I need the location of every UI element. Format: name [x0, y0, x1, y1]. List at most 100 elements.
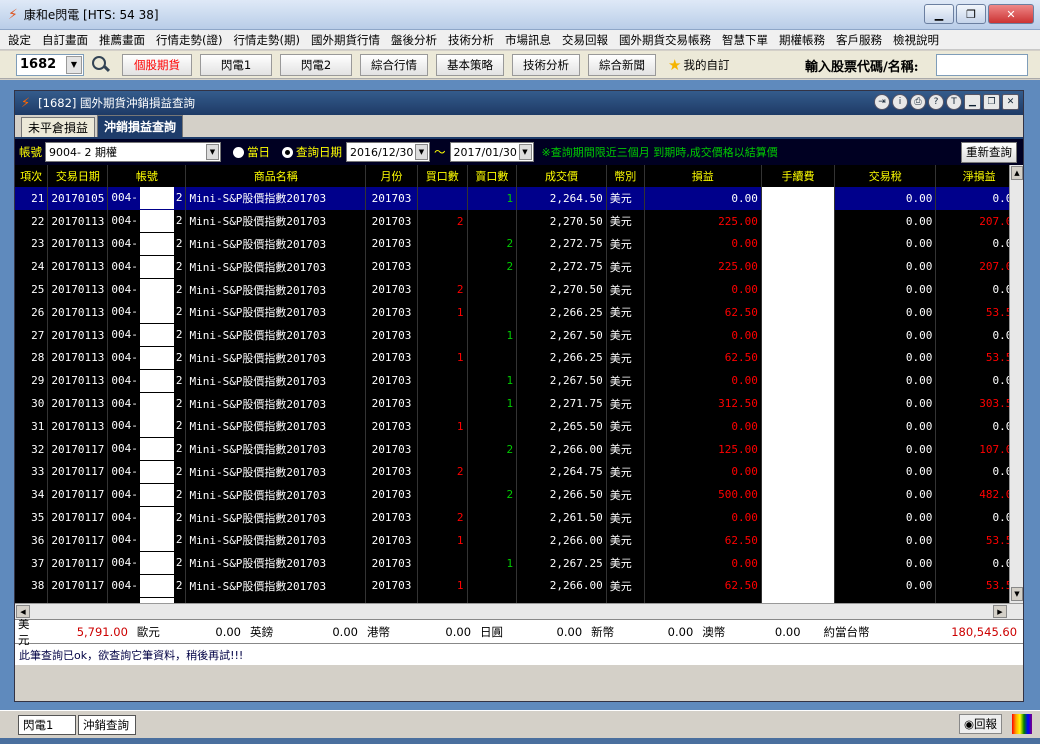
child-minimize-button[interactable]: ▁	[964, 94, 981, 110]
menu-item[interactable]: 推薦畫面	[99, 32, 145, 48]
table-row[interactable]: 34 20170117 004- 2 Mini-S&P股價指數201703 201703 2…	[15, 483, 1023, 507]
table-cell: 1	[467, 551, 518, 575]
column-header[interactable]: 商品名稱	[185, 165, 367, 187]
child-close-button[interactable]: ✕	[1002, 94, 1019, 110]
menu-item[interactable]: 智慧下單	[722, 32, 768, 48]
table-row[interactable]: 28 20170113 004- 2 Mini-S&P股價指數201703 201703 1…	[15, 346, 1023, 370]
help-icon[interactable]: ?	[928, 94, 944, 110]
table-row[interactable]: 27 20170113 004- 2 Mini-S&P股價指數201703 201703 1…	[15, 323, 1023, 347]
horizontal-scrollbar[interactable]: ◀ ▶	[15, 603, 1023, 619]
single-stock-futures-button[interactable]: 個股期貨	[122, 53, 192, 76]
menu-item[interactable]: 設定	[8, 32, 31, 48]
color-bars-icon[interactable]	[1012, 714, 1032, 734]
taskbar-flash1[interactable]: 閃電1	[18, 715, 76, 735]
table-cell: 0.00	[644, 278, 762, 301]
date-from-select[interactable]: 2016/12/30 ▼	[346, 142, 430, 162]
table-row[interactable]: 26 20170113 004- 2 Mini-S&P股價指數201703 201703 1…	[15, 300, 1023, 324]
table-row[interactable]: 25 20170113 004- 2 Mini-S&P股價指數201703 201703 2…	[15, 278, 1023, 301]
table-cell: 201703	[365, 187, 418, 210]
menu-item[interactable]: 技術分析	[448, 32, 494, 48]
column-header[interactable]: 幣別	[606, 165, 645, 187]
menu-item[interactable]: 客戶服務	[836, 32, 882, 48]
table-cell	[467, 300, 518, 324]
table-row[interactable]: 32 20170117 004- 2 Mini-S&P股價指數201703 201703 2…	[15, 437, 1023, 461]
stock-code-combo[interactable]: 1682 ▼	[16, 53, 84, 76]
maximize-button[interactable]: ❐	[956, 4, 986, 24]
flash2-button[interactable]: 閃電2	[280, 53, 352, 76]
menu-item[interactable]: 國外期貨交易帳務	[619, 32, 711, 48]
table-row[interactable]: 35 20170117 004- 2 Mini-S&P股價指數201703 201703 2…	[15, 506, 1023, 529]
search-icon[interactable]	[90, 54, 112, 76]
menu-item[interactable]: 盤後分析	[391, 32, 437, 48]
table-row[interactable]: 22 20170113 004- 2 Mini-S&P股價指數201703 201703 2…	[15, 209, 1023, 233]
column-header[interactable]: 損益	[644, 165, 762, 187]
table-cell	[761, 414, 836, 438]
table-row[interactable]: 23 20170113 004- 2 Mini-S&P股價指數201703 201703 2…	[15, 232, 1023, 256]
table-row[interactable]: 33 20170117 004- 2 Mini-S&P股價指數201703 201703 2…	[15, 460, 1023, 484]
info-icon[interactable]: i	[892, 94, 908, 110]
export-icon[interactable]: ⇥	[874, 94, 890, 110]
menu-item[interactable]: 交易回報	[562, 32, 608, 48]
query-date-radio[interactable]: 查詢日期	[282, 144, 342, 160]
menu-item[interactable]: 國外期貨行情	[311, 32, 380, 48]
taskbar-offset-query[interactable]: 沖銷查詢	[78, 715, 136, 735]
basic-strategy-button[interactable]: 基本策略	[436, 53, 504, 76]
column-header[interactable]: 交易稅	[834, 165, 937, 187]
table-row[interactable]: 31 20170113 004- 2 Mini-S&P股價指數201703 201703 1…	[15, 414, 1023, 438]
menu-item[interactable]: 自訂畫面	[42, 32, 88, 48]
flash1-button[interactable]: 閃電1	[200, 53, 272, 76]
chevron-down-icon[interactable]: ▼	[66, 55, 82, 74]
tab-open-positions[interactable]: 未平倉損益	[21, 117, 96, 137]
menu-item[interactable]: 市場訊息	[505, 32, 551, 48]
table-row[interactable]: 29 20170113 004- 2 Mini-S&P股價指數201703 201703 1…	[15, 369, 1023, 393]
column-header[interactable]: 手續費	[761, 165, 836, 187]
chevron-down-icon[interactable]: ▼	[518, 144, 532, 160]
market-overview-button[interactable]: 綜合行情	[360, 53, 428, 76]
chevron-down-icon[interactable]: ▼	[415, 144, 428, 160]
minimize-button[interactable]: ▁	[924, 4, 954, 24]
column-header[interactable]: 項次	[15, 165, 49, 187]
column-header[interactable]: 成交價	[516, 165, 607, 187]
menu-item[interactable]: 檢視說明	[893, 32, 939, 48]
technical-analysis-button[interactable]: 技術分析	[512, 53, 580, 76]
table-row[interactable]: 24 20170113 004- 2 Mini-S&P股價指數201703 201703 2…	[15, 255, 1023, 279]
menu-item[interactable]: 行情走勢(期)	[233, 32, 299, 48]
column-header[interactable]: 買口數	[417, 165, 468, 187]
print-icon[interactable]: ⎙	[910, 94, 926, 110]
filter-bar: 帳號 9004- 2 期權 ▼ 當日 查詢日期 2016/12/30 ▼ ～ 201…	[15, 139, 1023, 165]
column-header[interactable]: 賣口數	[467, 165, 518, 187]
table-cell: 0.00	[834, 551, 937, 575]
close-button[interactable]: ✕	[988, 4, 1034, 24]
table-row[interactable]: 36 20170117 004- 2 Mini-S&P股價指數201703 201703 1…	[15, 528, 1023, 552]
stock-search-input[interactable]	[936, 54, 1028, 76]
scroll-left-icon[interactable]: ◀	[16, 605, 30, 618]
column-header[interactable]: 月份	[365, 165, 418, 187]
vertical-scrollbar[interactable]: ▲ ▼	[1009, 165, 1023, 603]
report-button[interactable]: ◉ 回報	[958, 714, 1002, 734]
table-row[interactable]: 21 20170105 004- 2 Mini-S&P股價指數201703 201703 1…	[15, 187, 1023, 210]
column-header[interactable]: 帳號	[107, 165, 187, 187]
menu-item[interactable]: 行情走勢(證)	[156, 32, 222, 48]
scroll-up-icon[interactable]: ▲	[1011, 166, 1023, 180]
menu-item[interactable]: 期權帳務	[779, 32, 825, 48]
today-radio[interactable]: 當日	[233, 144, 270, 160]
table-cell: 美元	[606, 392, 645, 415]
table-cell	[761, 323, 836, 347]
scroll-right-icon[interactable]: ▶	[993, 605, 1007, 618]
settings-icon[interactable]: T	[946, 94, 962, 110]
account-select[interactable]: 9004- 2 期權 ▼	[45, 142, 221, 162]
table-cell: 004- 2	[107, 232, 187, 256]
tab-offset-pnl-query[interactable]: 沖銷損益查詢	[97, 115, 184, 137]
scroll-down-icon[interactable]: ▼	[1011, 587, 1023, 601]
my-custom-button[interactable]: ★ 我的自訂	[668, 56, 729, 74]
table-row[interactable]: 30 20170113 004- 2 Mini-S&P股價指數201703 201703 1…	[15, 392, 1023, 415]
date-to-select[interactable]: 2017/01/30 ▼	[449, 142, 534, 162]
column-header[interactable]: 交易日期	[47, 165, 109, 187]
refresh-query-button[interactable]: 重新查詢	[961, 141, 1017, 163]
child-maximize-button[interactable]: ❐	[983, 94, 1000, 110]
table-cell	[761, 346, 836, 370]
table-row[interactable]: 37 20170117 004- 2 Mini-S&P股價指數201703 201703 1…	[15, 551, 1023, 575]
news-button[interactable]: 綜合新聞	[588, 53, 656, 76]
chevron-down-icon[interactable]: ▼	[206, 144, 219, 160]
table-row[interactable]: 38 20170117 004- 2 Mini-S&P股價指數201703 201703 1…	[15, 574, 1023, 598]
